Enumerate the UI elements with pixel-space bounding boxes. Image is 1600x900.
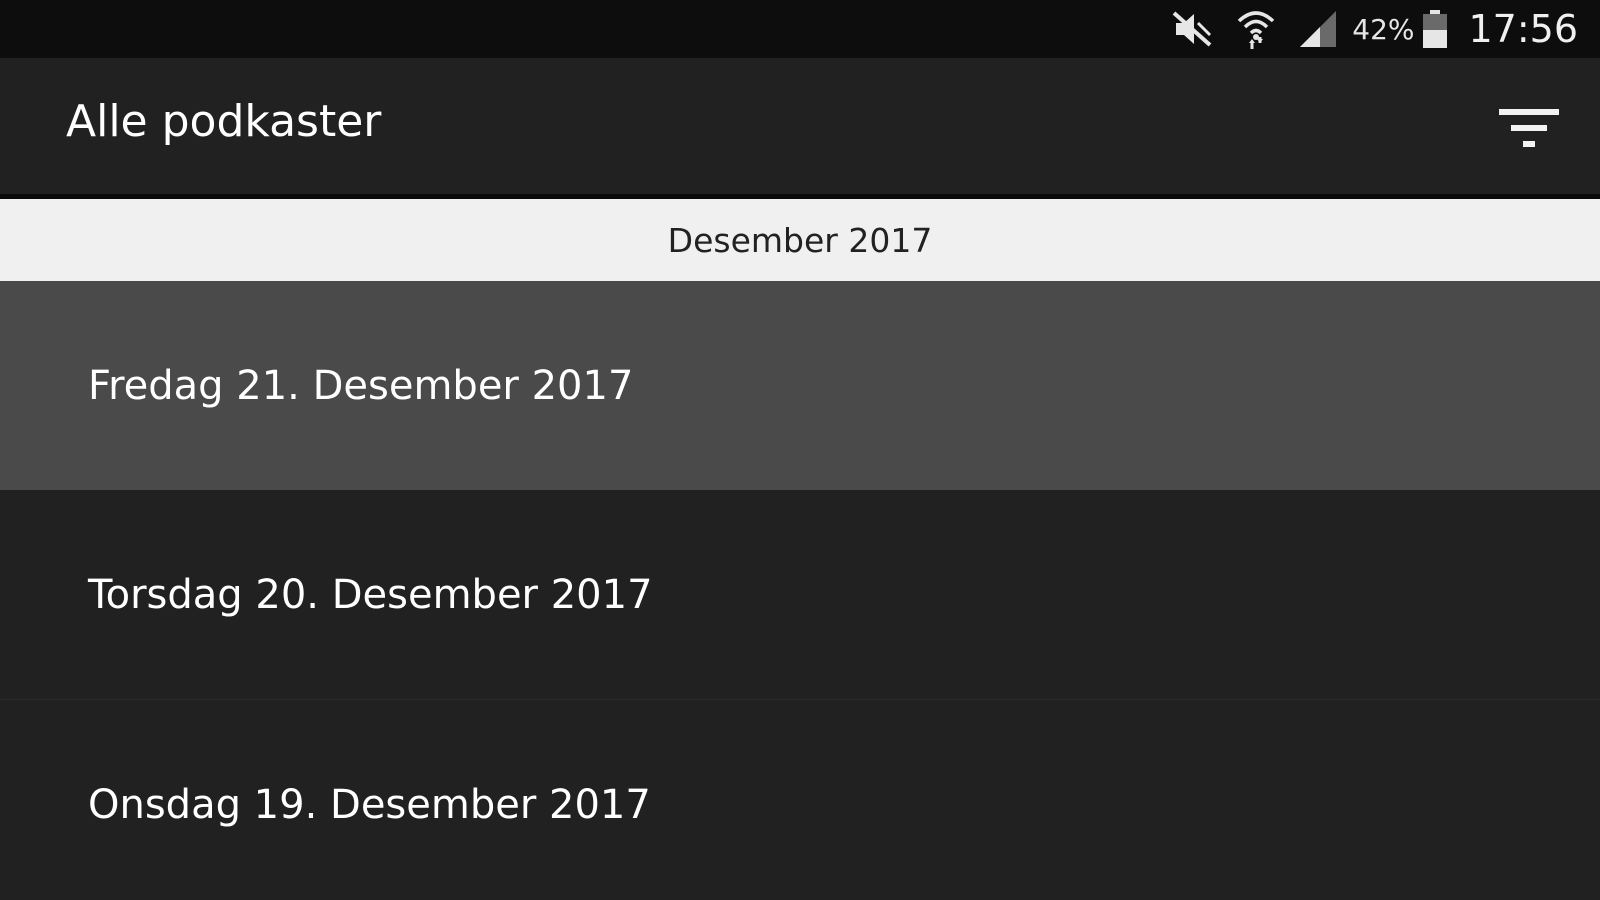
app-bar: Alle podkaster: [0, 58, 1600, 194]
signal-icon: [1298, 9, 1338, 49]
list-item-label: Onsdag 19. Desember 2017: [88, 781, 651, 828]
status-icons: 42% 17:56: [1150, 0, 1578, 58]
filter-button[interactable]: [1494, 100, 1564, 160]
list-item[interactable]: Onsdag 19. Desember 2017: [0, 700, 1600, 900]
clock: 17:56: [1468, 7, 1578, 51]
list-item[interactable]: Torsdag 20. Desember 2017: [0, 490, 1600, 699]
status-bar: 42% 17:56: [0, 0, 1600, 58]
wifi-icon: [1236, 7, 1276, 51]
podcast-date-list: Fredag 21. Desember 2017 Torsdag 20. Des…: [0, 281, 1600, 900]
section-header-label: Desember 2017: [667, 220, 933, 260]
page-title: Alle podkaster: [66, 96, 382, 147]
section-header: Desember 2017: [0, 199, 1600, 281]
battery-percent: 42%: [1352, 12, 1415, 46]
list-item[interactable]: Fredag 21. Desember 2017: [0, 281, 1600, 490]
filter-icon: [1497, 105, 1561, 155]
battery-icon: [1422, 9, 1448, 49]
list-item-label: Fredag 21. Desember 2017: [88, 362, 634, 409]
list-item-label: Torsdag 20. Desember 2017: [88, 571, 653, 618]
app-screen: 42% 17:56 Alle podkaster Desember 2017 F…: [0, 0, 1600, 900]
mute-icon: [1172, 9, 1214, 49]
